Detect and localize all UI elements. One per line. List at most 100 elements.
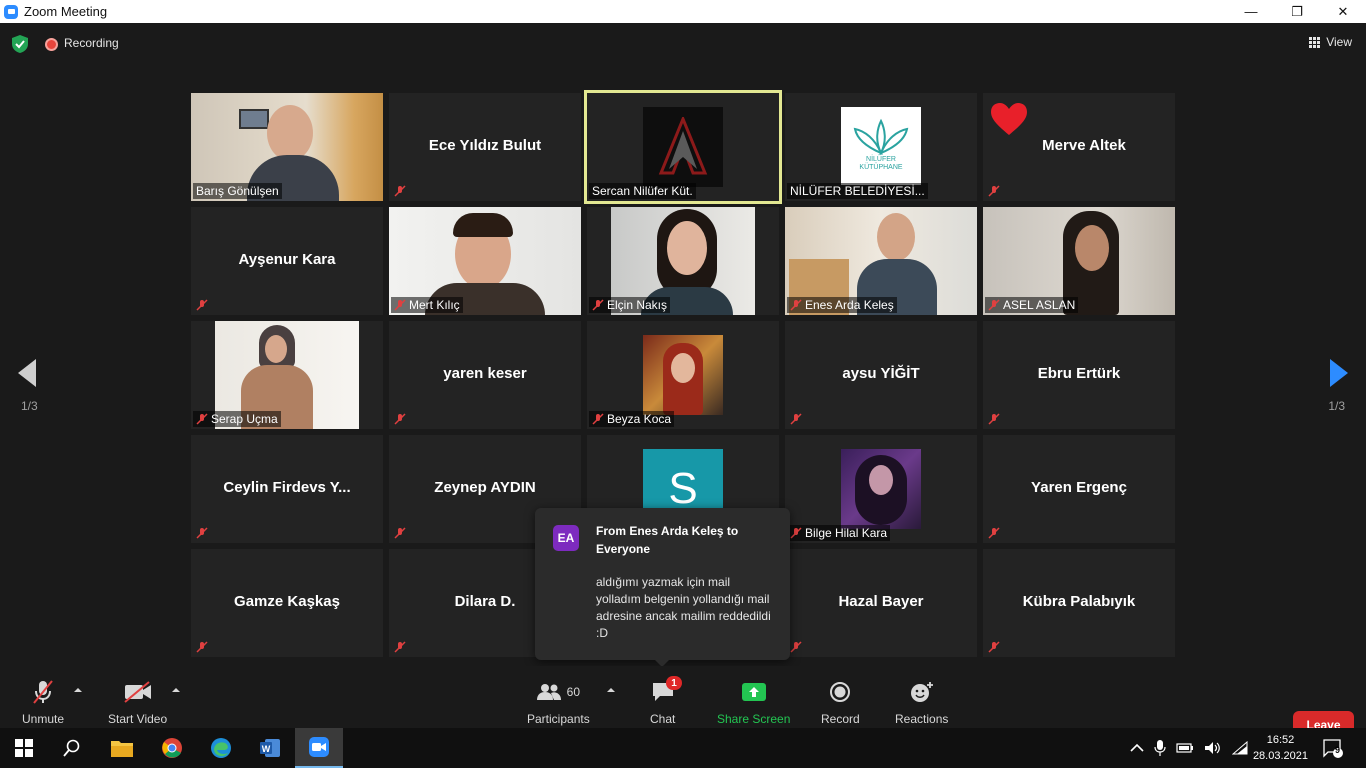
video-off-icon [123,681,151,703]
unmute-button[interactable]: Unmute [22,666,64,726]
video-tile[interactable]: Enes Arda Keleş [785,207,977,315]
word-taskbar-button[interactable]: W [246,728,294,768]
folder-icon [111,741,133,757]
recording-dot-icon [45,38,58,51]
face-shape [671,353,695,383]
wall-picture [239,109,269,129]
windows-taskbar: W 16:52 28.03.2021 9 [0,728,1366,768]
lotus-icon [853,118,909,156]
muted-mic-icon [592,299,604,311]
svg-text:W: W [262,744,271,754]
gallery-grid-icon [1309,36,1321,48]
video-tile[interactable]: Elçin Nakış [587,207,779,315]
video-tile[interactable]: ASEL ASLAN [983,207,1175,315]
muted-mic-icon [988,641,1000,653]
word-icon: W [260,739,280,757]
chat-message-text: aldığımı yazmak için mail yolladım belge… [596,575,771,640]
battery-icon[interactable] [1176,742,1194,754]
video-tile[interactable]: aysu YİĞİT [785,321,977,429]
video-tile[interactable]: Serap Uçma [191,321,383,429]
edge-taskbar-button[interactable] [197,728,245,768]
video-tile[interactable]: Ayşenur Kara [191,207,383,315]
start-video-button[interactable]: Start Video [108,666,167,726]
face-shape [869,465,893,495]
muted-mic-icon [394,527,406,539]
taskbar-clock[interactable]: 16:52 28.03.2021 [1253,732,1308,764]
face-shape [265,335,287,363]
record-label: Record [821,712,860,726]
muted-mic-icon [988,413,1000,425]
video-options-caret-icon[interactable] [172,688,180,692]
video-tile[interactable]: Ebru Ertürk [983,321,1175,429]
meeting-topbar: Recording View [0,23,1366,63]
participant-name-center: Ceylin Firdevs Y... [223,479,351,496]
share-screen-button[interactable]: Share Screen [717,666,790,726]
participant-name-center: aysu YİĞİT [842,365,920,382]
previous-page-arrow-icon[interactable] [18,359,36,387]
window-titlebar: Zoom Meeting — ❐ ✕ [0,0,1366,23]
muted-mic-icon [592,413,604,425]
zoom-icon [309,737,329,757]
video-tile[interactable]: Merve Altek [983,93,1175,201]
video-tile[interactable]: Ece Yıldız Bulut [389,93,581,201]
participant-name: Barış Gönülşen [196,184,279,198]
video-tile[interactable]: Bilge Hilal Kara [785,435,977,543]
muted-mic-icon [394,299,406,311]
reactions-button[interactable]: Reactions [895,666,948,726]
minimize-button[interactable]: — [1228,0,1274,23]
system-tray [1130,728,1248,768]
library-logo-subtitle: KÜTÜPHANE [859,164,903,171]
video-tile-active-speaker[interactable]: Sercan Nilüfer Küt. [584,90,782,204]
chrome-taskbar-button[interactable] [148,728,196,768]
muted-mic-icon [196,299,208,311]
page-indicator-right: 1/3 [1328,399,1345,413]
notification-count: 9 [1335,745,1341,755]
participants-count: 60 [566,685,581,699]
participant-nameplate: Mert Kılıç [391,297,463,313]
security-shield-icon[interactable] [12,35,28,53]
muted-microphone-icon [33,680,53,704]
video-tile[interactable]: Yaren Ergenç [983,435,1175,543]
search-button[interactable] [48,728,96,768]
video-tile[interactable]: Mert Kılıç [389,207,581,315]
video-tile[interactable]: Ceylin Firdevs Y... [191,435,383,543]
start-button[interactable] [0,728,48,768]
notification-center-button[interactable]: 9 [1322,728,1344,768]
chat-button[interactable]: Chat [650,666,675,726]
chevron-up-icon[interactable] [1130,743,1144,753]
view-label: View [1326,35,1352,49]
zoom-taskbar-button[interactable] [295,728,343,768]
maximize-button[interactable]: ❐ [1274,0,1320,23]
reactions-emoji-icon [910,682,933,702]
reactions-label: Reactions [895,712,949,726]
video-tile[interactable]: yaren keser [389,321,581,429]
sender-avatar: EA [553,525,579,551]
clock-date: 28.03.2021 [1252,750,1308,762]
microphone-tray-icon[interactable] [1154,740,1166,756]
participant-nameplate: Barış Gönülşen [193,183,282,199]
record-button[interactable]: Record [821,666,860,726]
video-tile[interactable]: Gamze Kaşkaş [191,549,383,657]
speaker-icon[interactable] [1204,741,1222,755]
muted-mic-icon [790,413,802,425]
video-tile[interactable]: NİLÜFER KÜTÜPHANE NİLÜFER BELEDİYESİ... [785,93,977,201]
wifi-icon[interactable] [1232,741,1248,755]
participants-options-caret-icon[interactable] [607,688,615,692]
view-button[interactable]: View [1309,35,1352,49]
muted-mic-icon [196,413,208,425]
file-explorer-taskbar-button[interactable] [98,728,146,768]
close-button[interactable]: ✕ [1320,0,1366,23]
video-tile[interactable]: Hazal Bayer [785,549,977,657]
participant-name-center: Kübra Palabıyık [1022,593,1136,610]
chat-notification-popup[interactable]: EA From Enes Arda Keleş to Everyone aldı… [535,508,790,667]
audio-options-caret-icon[interactable] [74,688,82,692]
face-shape [877,213,915,261]
participants-button[interactable]: 60 Participants [527,666,590,726]
participant-nameplate: Serap Uçma [193,411,281,427]
video-tile[interactable]: Barış Gönülşen [191,93,383,201]
next-page-arrow-icon[interactable] [1330,359,1348,387]
video-tile[interactable]: Kübra Palabıyık [983,549,1175,657]
video-tile[interactable]: Beyza Koca [587,321,779,429]
muted-mic-icon [394,185,406,197]
participant-nameplate: Bilge Hilal Kara [787,525,891,541]
